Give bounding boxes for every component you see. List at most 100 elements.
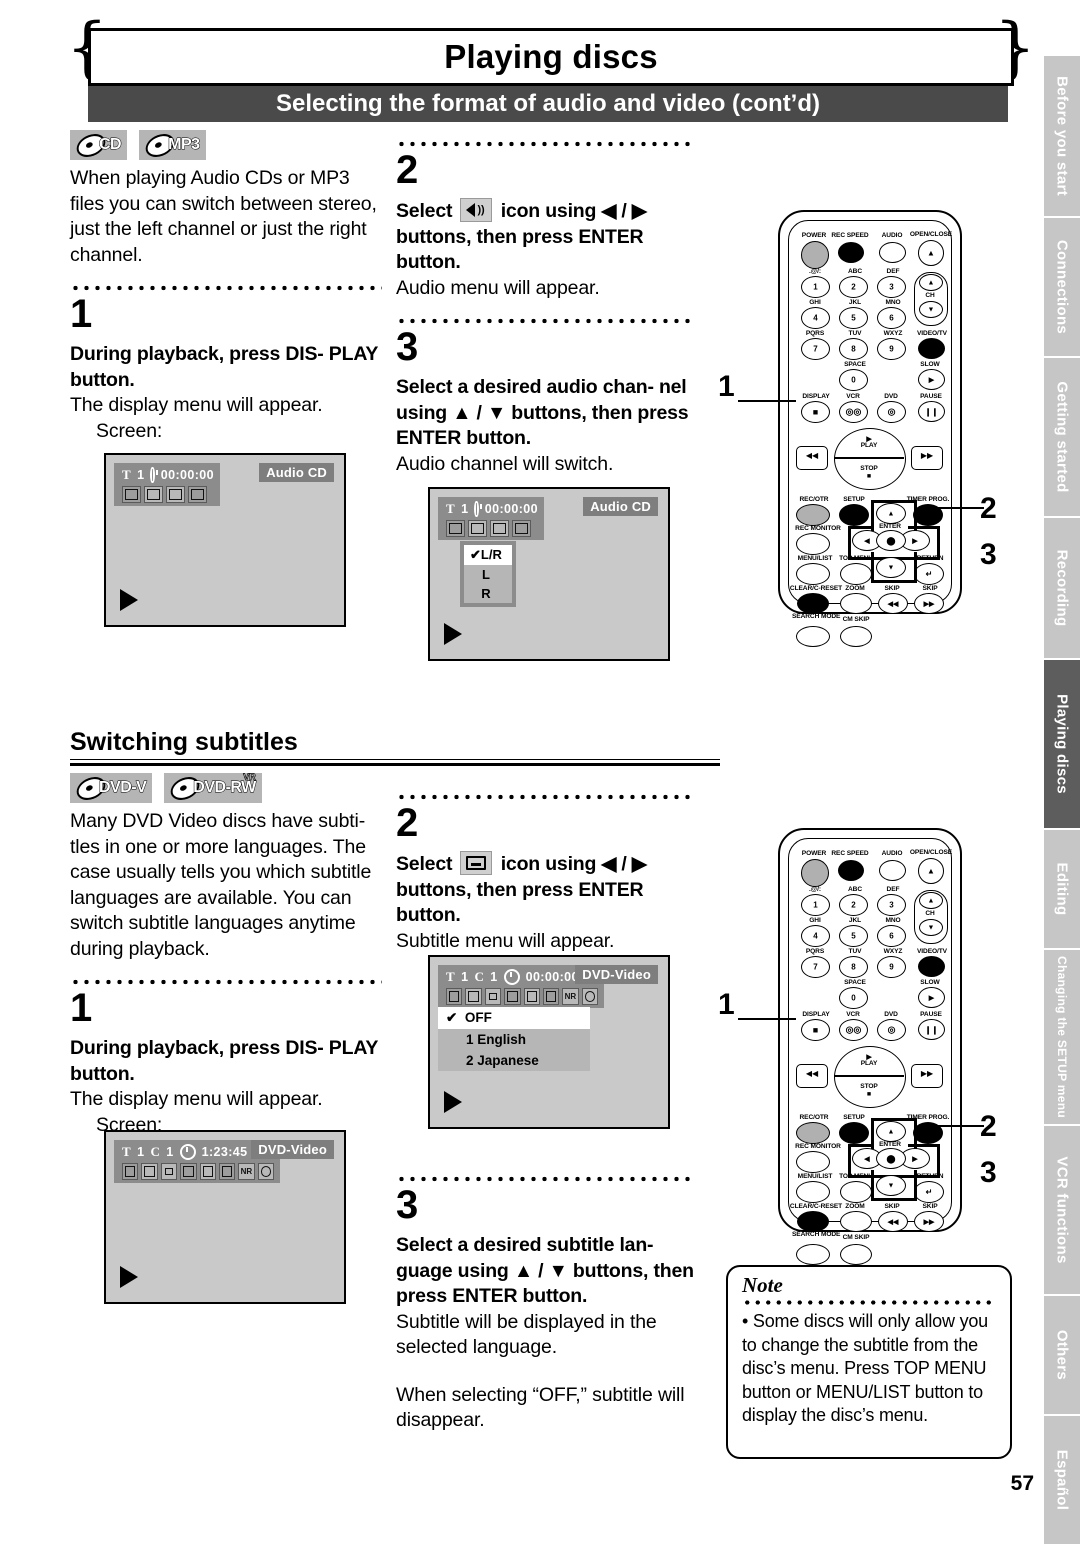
open-close-button[interactable]: ▲ bbox=[918, 240, 944, 266]
key-0-button[interactable]: 0 bbox=[839, 369, 868, 391]
audio-channel-dropdown[interactable]: ✔L/R L R bbox=[460, 541, 516, 607]
return-button[interactable]: ↵ bbox=[914, 1181, 944, 1203]
rewind-button[interactable]: ◀◀ bbox=[796, 1064, 828, 1088]
open-close-button[interactable]: ▲ bbox=[918, 858, 944, 884]
pause-button[interactable]: ❙❙ bbox=[918, 1019, 945, 1040]
top-menu-button[interactable] bbox=[840, 563, 872, 585]
rewind-button[interactable]: ◀◀ bbox=[796, 446, 828, 470]
sidebar-tab-vcr-functions[interactable]: VCR functions bbox=[1044, 1126, 1080, 1296]
dpad-down-button[interactable]: ▼ bbox=[876, 1175, 906, 1196]
setup-button[interactable] bbox=[839, 1122, 869, 1144]
sidebar-tab-editing[interactable]: Editing bbox=[1044, 830, 1080, 950]
subtitle-language-dropdown[interactable]: ✔ OFF 1 English 2 Japanese bbox=[438, 1007, 590, 1071]
skip-forward-button[interactable]: ▶▶ bbox=[914, 1211, 944, 1232]
sidebar-tab-others[interactable]: Others bbox=[1044, 1296, 1080, 1416]
top-menu-button[interactable] bbox=[840, 1181, 872, 1203]
key-5-button[interactable]: 5 bbox=[839, 925, 868, 947]
display-button[interactable]: ■ bbox=[801, 401, 830, 423]
pause-button[interactable]: ❙❙ bbox=[918, 401, 945, 422]
channel-up-button[interactable]: ▲ bbox=[919, 274, 943, 291]
dvd-button[interactable]: ◎ bbox=[877, 1019, 906, 1041]
dropdown-item-lr[interactable]: ✔L/R bbox=[464, 545, 512, 565]
search-mode-button[interactable] bbox=[796, 626, 830, 647]
search-mode-button[interactable] bbox=[796, 1244, 830, 1265]
key-6-button[interactable]: 6 bbox=[877, 307, 906, 329]
power-button[interactable] bbox=[801, 859, 829, 887]
menu-list-button[interactable] bbox=[796, 1181, 830, 1203]
dropdown-item-r[interactable]: R bbox=[464, 584, 512, 603]
zoom-button[interactable] bbox=[840, 1211, 872, 1232]
display-button[interactable]: ■ bbox=[801, 1019, 830, 1041]
enter-button[interactable]: ⬤ bbox=[876, 1148, 906, 1169]
stop-label[interactable]: STOP bbox=[844, 1083, 894, 1090]
channel-up-button[interactable]: ▲ bbox=[919, 892, 943, 909]
clear-reset-button[interactable] bbox=[797, 1211, 829, 1232]
play-label[interactable]: PLAY bbox=[844, 1060, 894, 1067]
dpad-up-button[interactable]: ▲ bbox=[876, 503, 906, 524]
slow-button[interactable]: ▶ bbox=[918, 369, 945, 390]
key-1-button[interactable]: 1 bbox=[801, 276, 830, 298]
return-button[interactable]: ↵ bbox=[914, 563, 944, 585]
audio-button[interactable] bbox=[879, 860, 906, 881]
stop-label[interactable]: STOP bbox=[844, 465, 894, 472]
channel-down-button[interactable]: ▼ bbox=[919, 301, 943, 318]
dpad-up-button[interactable]: ▲ bbox=[876, 1121, 906, 1142]
video-tv-button[interactable] bbox=[918, 956, 945, 977]
sidebar-tab-espa-ol[interactable]: Español bbox=[1044, 1416, 1080, 1546]
skip-back-button[interactable]: ◀◀ bbox=[878, 593, 908, 614]
rec-otr-button[interactable] bbox=[796, 504, 830, 526]
key-8-button[interactable]: 8 bbox=[839, 338, 868, 360]
key-0-button[interactable]: 0 bbox=[839, 987, 868, 1009]
video-tv-button[interactable] bbox=[918, 338, 945, 359]
rec-otr-button[interactable] bbox=[796, 1122, 830, 1144]
sidebar-tab-changing-the-setup-menu[interactable]: Changing the SETUP menu bbox=[1044, 950, 1080, 1126]
dropdown-item-english[interactable]: 1 English bbox=[438, 1029, 590, 1050]
key-9-button[interactable]: 9 bbox=[877, 956, 906, 978]
clear-reset-button[interactable] bbox=[797, 593, 829, 614]
fast-forward-button[interactable]: ▶▶ bbox=[911, 1064, 943, 1088]
key-5-button[interactable]: 5 bbox=[839, 307, 868, 329]
key-6-button[interactable]: 6 bbox=[877, 925, 906, 947]
play-label[interactable]: PLAY bbox=[844, 442, 894, 449]
rec-monitor-button[interactable] bbox=[796, 533, 830, 555]
dropdown-item-l[interactable]: L bbox=[464, 565, 512, 584]
zoom-button[interactable] bbox=[840, 593, 872, 614]
sidebar-tab-before-you-start[interactable]: Before you start bbox=[1044, 56, 1080, 218]
vcr-button[interactable]: ◎◎ bbox=[839, 1019, 868, 1041]
sidebar-tab-recording[interactable]: Recording bbox=[1044, 518, 1080, 660]
key-3-button[interactable]: 3 bbox=[877, 894, 906, 916]
menu-list-button[interactable] bbox=[796, 563, 830, 585]
key-4-button[interactable]: 4 bbox=[801, 307, 830, 329]
cm-skip-button[interactable] bbox=[840, 626, 872, 647]
rec-monitor-button[interactable] bbox=[796, 1151, 830, 1173]
key-4-button[interactable]: 4 bbox=[801, 925, 830, 947]
key-2-button[interactable]: 2 bbox=[839, 276, 868, 298]
dpad-down-button[interactable]: ▼ bbox=[876, 557, 906, 578]
key-7-button[interactable]: 7 bbox=[801, 338, 830, 360]
dropdown-item-japanese[interactable]: 2 Japanese bbox=[438, 1050, 590, 1071]
rec-speed-button[interactable] bbox=[838, 860, 864, 881]
skip-forward-button[interactable]: ▶▶ bbox=[914, 593, 944, 614]
key-8-button[interactable]: 8 bbox=[839, 956, 868, 978]
sidebar-tab-getting-started[interactable]: Getting started bbox=[1044, 358, 1080, 518]
sidebar-tab-connections[interactable]: Connections bbox=[1044, 218, 1080, 358]
setup-button[interactable] bbox=[839, 504, 869, 526]
channel-down-button[interactable]: ▼ bbox=[919, 919, 943, 936]
key-3-button[interactable]: 3 bbox=[877, 276, 906, 298]
vcr-button[interactable]: ◎◎ bbox=[839, 401, 868, 423]
skip-back-button[interactable]: ◀◀ bbox=[878, 1211, 908, 1232]
key-7-button[interactable]: 7 bbox=[801, 956, 830, 978]
key-1-button[interactable]: 1 bbox=[801, 894, 830, 916]
rec-speed-button[interactable] bbox=[838, 242, 864, 263]
key-2-button[interactable]: 2 bbox=[839, 894, 868, 916]
dvd-button[interactable]: ◎ bbox=[877, 401, 906, 423]
key-9-button[interactable]: 9 bbox=[877, 338, 906, 360]
power-button[interactable] bbox=[801, 241, 829, 269]
audio-button[interactable] bbox=[879, 242, 906, 263]
slow-button[interactable]: ▶ bbox=[918, 987, 945, 1008]
cm-skip-button[interactable] bbox=[840, 1244, 872, 1265]
fast-forward-button[interactable]: ▶▶ bbox=[911, 446, 943, 470]
sidebar-tab-playing-discs[interactable]: Playing discs bbox=[1044, 660, 1080, 830]
dropdown-item-off[interactable]: ✔ OFF bbox=[438, 1007, 590, 1029]
enter-button[interactable]: ⬤ bbox=[876, 530, 906, 551]
